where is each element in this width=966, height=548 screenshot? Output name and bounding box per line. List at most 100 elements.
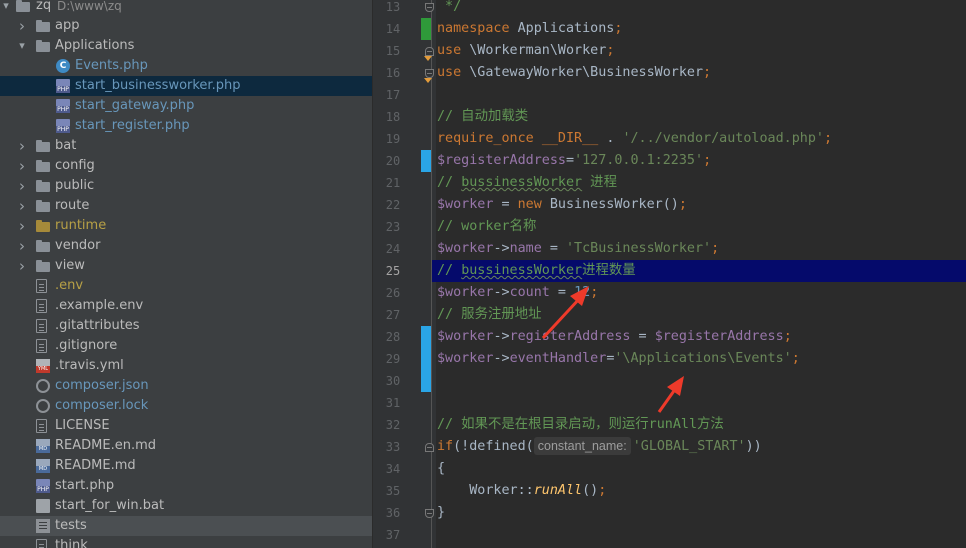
code-token: ->: [493, 241, 510, 256]
tree-item[interactable]: › bat: [0, 136, 372, 156]
code-line[interactable]: $worker->registerAddress = $registerAddr…: [437, 326, 792, 348]
tree-item[interactable]: › vendor: [0, 236, 372, 256]
code-line[interactable]: $registerAddress='127.0.0.1:2235';: [437, 150, 711, 172]
tree-item[interactable]: › config: [0, 156, 372, 176]
line-number[interactable]: 18: [373, 106, 413, 128]
code-line[interactable]: $worker->name = 'TcBusinessWorker';: [437, 238, 719, 260]
vcs-modified-marker[interactable]: [421, 150, 431, 172]
tree-item[interactable]: PHP start_gateway.php: [0, 96, 372, 116]
code-line[interactable]: $worker->eventHandler='\Applications\Eve…: [437, 348, 800, 370]
chevron-right-icon[interactable]: ›: [16, 136, 28, 156]
chevron-right-icon[interactable]: ›: [16, 196, 28, 216]
tree-item[interactable]: › app: [0, 16, 372, 36]
vcs-added-marker[interactable]: [421, 18, 431, 40]
code-line[interactable]: use \GatewayWorker\BusinessWorker;: [437, 62, 711, 84]
line-number[interactable]: 19: [373, 128, 413, 150]
code-line[interactable]: // bussinessWorker 进程: [437, 172, 617, 194]
fold-toggle-icon[interactable]: [425, 3, 434, 12]
line-number[interactable]: 15: [373, 40, 413, 62]
tree-item[interactable]: › view: [0, 256, 372, 276]
code-line[interactable]: // worker名称: [437, 216, 536, 238]
tree-item-label: .env: [55, 278, 84, 293]
chevron-down-icon[interactable]: ▾: [0, 0, 12, 16]
tree-item[interactable]: › runtime: [0, 216, 372, 236]
tree-item[interactable]: PHP start.php: [0, 476, 372, 496]
chevron-right-icon[interactable]: ›: [16, 216, 28, 236]
tree-item[interactable]: MD README.md: [0, 456, 372, 476]
line-number[interactable]: 35: [373, 480, 413, 502]
fold-toggle-icon[interactable]: [425, 69, 434, 78]
tree-item[interactable]: C Events.php: [0, 56, 372, 76]
tree-item[interactable]: .gitattributes: [0, 316, 372, 336]
tree-item[interactable]: LICENSE: [0, 416, 372, 436]
vcs-modified-marker[interactable]: [421, 348, 431, 370]
code-line[interactable]: }: [437, 502, 445, 524]
markdown-file-icon: MD: [36, 459, 50, 473]
fold-toggle-icon[interactable]: [425, 443, 434, 452]
chevron-right-icon[interactable]: ›: [16, 156, 28, 176]
line-number[interactable]: 33: [373, 436, 413, 458]
code-line[interactable]: // 自动加载类: [437, 106, 528, 128]
deleted-lines-marker-icon[interactable]: [424, 56, 432, 61]
vcs-modified-marker[interactable]: [421, 326, 431, 348]
line-number[interactable]: 30: [373, 370, 413, 392]
deleted-lines-marker-icon[interactable]: [424, 78, 432, 83]
chevron-right-icon[interactable]: ›: [16, 256, 28, 276]
line-number[interactable]: 25: [373, 260, 413, 282]
code-line[interactable]: $worker = new BusinessWorker();: [437, 194, 687, 216]
code-line[interactable]: */: [437, 0, 461, 18]
line-number[interactable]: 36: [373, 502, 413, 524]
chevron-down-icon[interactable]: ▾: [16, 36, 28, 56]
code-line[interactable]: // bussinessWorker进程数量: [437, 260, 636, 282]
chevron-right-icon[interactable]: ›: [16, 236, 28, 256]
tree-item[interactable]: think: [0, 536, 372, 548]
code-line[interactable]: // 服务注册地址: [437, 304, 542, 326]
line-number[interactable]: 26: [373, 282, 413, 304]
code-line[interactable]: // 如果不是在根目录启动，则运行runAll方法: [437, 414, 724, 436]
tree-item[interactable]: start_for_win.bat: [0, 496, 372, 516]
fold-toggle-icon[interactable]: [425, 47, 434, 56]
line-number[interactable]: 34: [373, 458, 413, 480]
line-number[interactable]: 14: [373, 18, 413, 40]
tree-item[interactable]: composer.json: [0, 376, 372, 396]
code-line[interactable]: Worker::runAll();: [437, 480, 606, 502]
line-number[interactable]: 24: [373, 238, 413, 260]
fold-toggle-icon[interactable]: [425, 509, 434, 518]
code-line[interactable]: if(!defined(constant_name: 'GLOBAL_START'…: [437, 436, 762, 458]
code-line[interactable]: $worker->count = 12;: [437, 282, 598, 304]
tree-item[interactable]: .gitignore: [0, 336, 372, 356]
tree-item[interactable]: › route: [0, 196, 372, 216]
tree-item[interactable]: › public: [0, 176, 372, 196]
line-number[interactable]: 13: [373, 0, 413, 18]
tree-item[interactable]: composer.lock: [0, 396, 372, 416]
line-number[interactable]: 23: [373, 216, 413, 238]
line-number[interactable]: 31: [373, 392, 413, 414]
code-line[interactable]: {: [437, 458, 445, 480]
folder-icon: [36, 159, 50, 173]
tree-item[interactable]: PHP start_register.php: [0, 116, 372, 136]
line-number[interactable]: 32: [373, 414, 413, 436]
chevron-right-icon[interactable]: ›: [16, 176, 28, 196]
tree-item[interactable]: .env: [0, 276, 372, 296]
line-number[interactable]: 29: [373, 348, 413, 370]
project-root[interactable]: ▾ zq D:\www\zq: [0, 0, 372, 16]
tree-item[interactable]: PHP start_businessworker.php: [0, 76, 372, 96]
tree-item[interactable]: YML .travis.yml: [0, 356, 372, 376]
line-number[interactable]: 20: [373, 150, 413, 172]
vcs-modified-marker[interactable]: [421, 370, 431, 392]
chevron-right-icon[interactable]: ›: [16, 16, 28, 36]
line-number[interactable]: 22: [373, 194, 413, 216]
line-number[interactable]: 17: [373, 84, 413, 106]
code-line[interactable]: require_once __DIR__ . '/../vendor/autol…: [437, 128, 832, 150]
code-line[interactable]: namespace Applications;: [437, 18, 622, 40]
line-number[interactable]: 21: [373, 172, 413, 194]
tree-item[interactable]: .example.env: [0, 296, 372, 316]
tree-item[interactable]: tests: [0, 516, 372, 536]
code-line[interactable]: use \Workerman\Worker;: [437, 40, 614, 62]
line-number[interactable]: 27: [373, 304, 413, 326]
line-number[interactable]: 28: [373, 326, 413, 348]
tree-item[interactable]: MD README.en.md: [0, 436, 372, 456]
line-number[interactable]: 37: [373, 524, 413, 546]
line-number[interactable]: 16: [373, 62, 413, 84]
tree-item[interactable]: ▾ Applications: [0, 36, 372, 56]
